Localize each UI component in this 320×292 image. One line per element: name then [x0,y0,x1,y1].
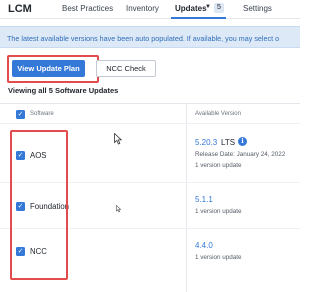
highlight-box-button [7,55,99,83]
tab-settings[interactable]: Settings [243,4,272,13]
version-link-foundation[interactable]: 5.1.1 [195,195,213,204]
brand-title: LCM [8,3,32,15]
tab-inventory[interactable]: Inventory [126,4,159,13]
release-date-aos: Release Date: January 24, 2022 [195,151,286,158]
tab-best-practices[interactable]: Best Practices [62,4,113,13]
update-count-foundation: 1 version update [195,208,242,215]
updates-count-badge: 5 [214,3,224,13]
banner-text: The latest available versions have been … [7,34,280,43]
ncc-check-button[interactable]: NCC Check [96,60,156,77]
mouse-pointer-icon [114,133,122,145]
mouse-pointer-icon [116,205,121,213]
highlight-box-software-list [10,130,68,280]
select-all-checkbox[interactable]: ✓ [16,110,25,119]
version-link-aos[interactable]: 5.20.3 [195,138,217,147]
info-banner: The latest available versions have been … [0,26,300,48]
column-header-available-version[interactable]: Available Version [195,111,241,117]
version-link-ncc[interactable]: 4.4.0 [195,241,213,250]
column-header-software[interactable]: Software [30,111,54,117]
update-count-aos: 1 version update [195,162,242,169]
info-icon[interactable]: i [238,137,247,146]
active-tab-indicator [171,17,226,19]
column-divider [186,103,187,292]
update-count-ncc: 1 version update [195,254,242,261]
chevron-down-icon[interactable]: ▼ [205,4,211,10]
updates-summary: Viewing all 5 Software Updates [8,86,119,95]
top-nav: LCM Best Practices Inventory Updates ▼ 5… [0,0,300,19]
row-separator [0,123,300,124]
tab-updates[interactable]: Updates [175,4,207,13]
lts-label: LTS [221,138,236,147]
